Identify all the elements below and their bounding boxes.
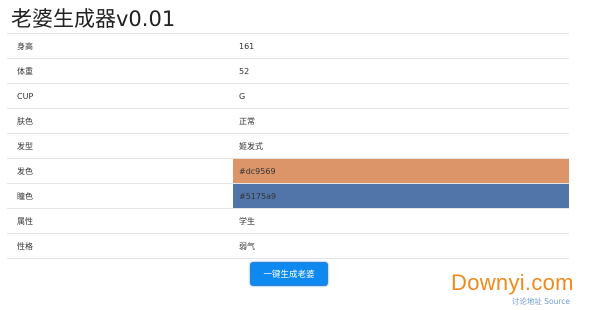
attribute-row-cup: CUP G [7, 83, 569, 109]
attribute-value: 弱气 [233, 233, 569, 259]
attribute-label: 瞳色 [7, 183, 233, 209]
attribute-row-skin: 肤色 正常 [7, 108, 569, 134]
page-title: 老婆生成器v0.01 [11, 7, 176, 31]
watermark-subtitle: 讨论地址 Source [511, 297, 570, 306]
watermark: Downyi.com 讨论地址 Source [451, 271, 586, 307]
attribute-row-trait: 属性 学生 [7, 208, 569, 234]
attribute-value: 姬发式 [233, 133, 569, 159]
attribute-value: G [233, 83, 569, 109]
attribute-label: 身高 [7, 33, 233, 59]
attribute-label: CUP [7, 83, 233, 109]
attribute-value: 正常 [233, 108, 569, 134]
attribute-label: 性格 [7, 233, 233, 259]
attribute-row-weight: 体重 52 [7, 58, 569, 84]
generate-wife-button[interactable]: 一键生成老婆 [250, 262, 328, 286]
attribute-label: 肤色 [7, 108, 233, 134]
attributes-table: 身高 161 体重 52 CUP G 肤色 正常 发型 姬发式 发色 #dc95… [7, 33, 569, 259]
attribute-row-eye-color: 瞳色 #5175a9 [7, 183, 569, 209]
eye-color-swatch: #5175a9 [233, 183, 569, 209]
attribute-label: 属性 [7, 208, 233, 234]
attribute-label: 发型 [7, 133, 233, 159]
attribute-value: 52 [233, 58, 569, 84]
attribute-row-personality: 性格 弱气 [7, 233, 569, 259]
attribute-row-hair-color: 发色 #dc9569 [7, 158, 569, 184]
attribute-row-hairstyle: 发型 姬发式 [7, 133, 569, 159]
attribute-row-height: 身高 161 [7, 33, 569, 59]
watermark-logo: Downyi.com [451, 270, 574, 295]
attribute-value: 学生 [233, 208, 569, 234]
attribute-label: 体重 [7, 58, 233, 84]
attribute-label: 发色 [7, 158, 233, 184]
hair-color-swatch: #dc9569 [233, 158, 569, 184]
attribute-value: 161 [233, 33, 569, 59]
